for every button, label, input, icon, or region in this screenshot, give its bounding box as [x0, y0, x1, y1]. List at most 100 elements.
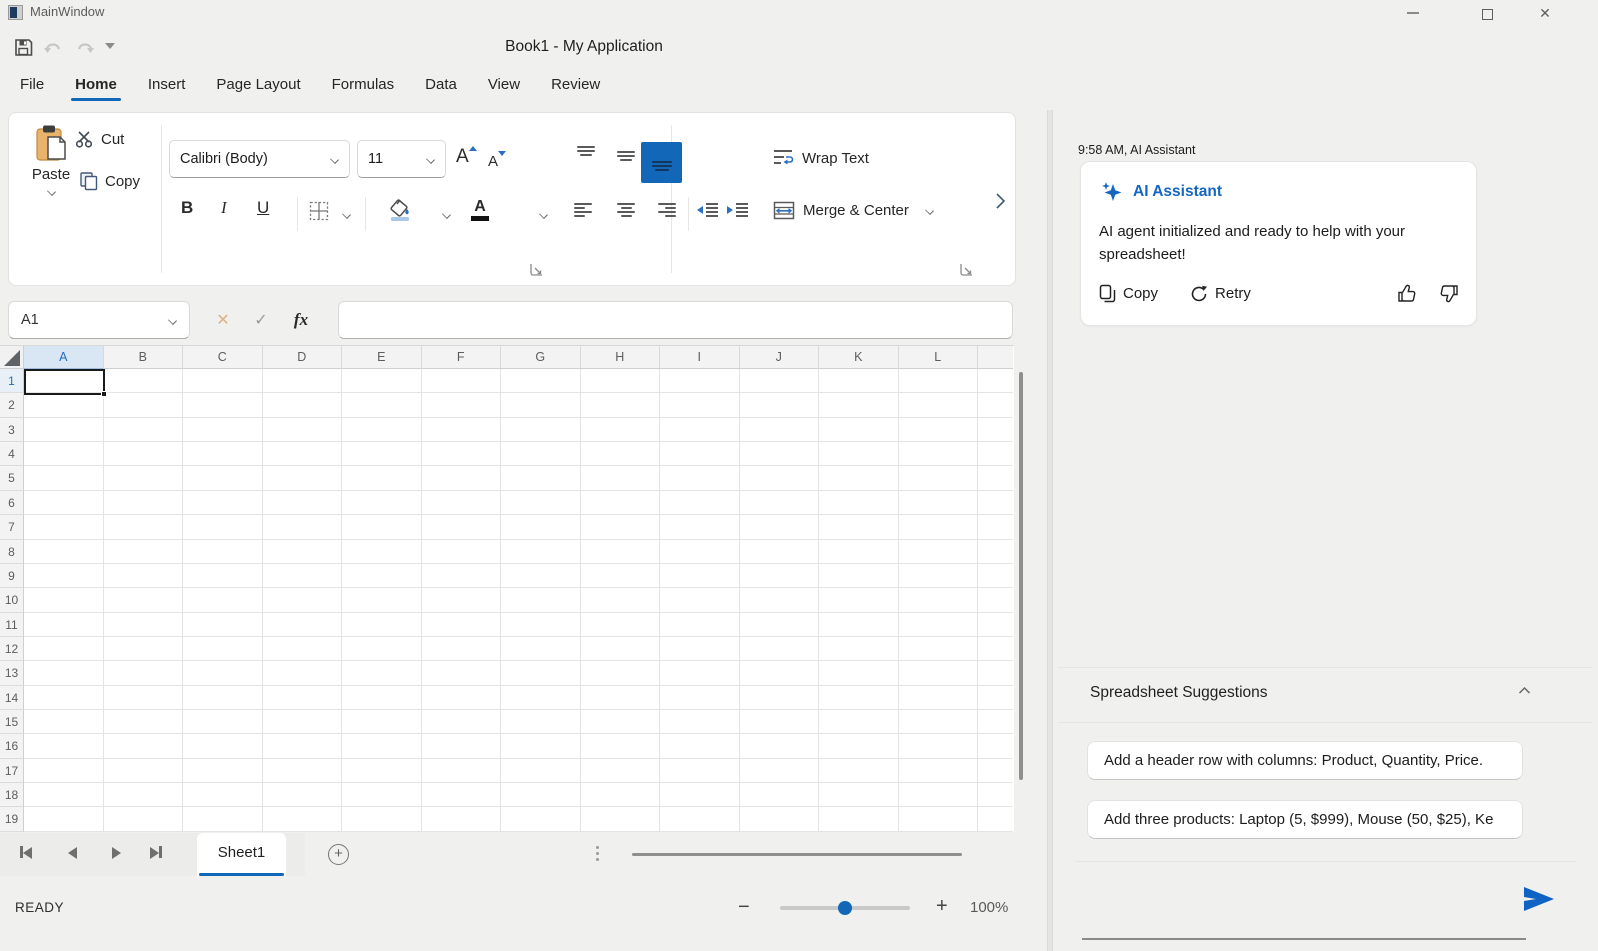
cell[interactable] [24, 759, 104, 783]
borders-button[interactable] [309, 201, 329, 221]
cell[interactable] [978, 661, 1013, 685]
cell[interactable] [899, 588, 979, 612]
column-header-G[interactable]: G [501, 346, 581, 369]
align-top-button[interactable] [574, 145, 598, 165]
cell[interactable] [660, 442, 740, 466]
scrollbar-grip-icon[interactable] [594, 846, 600, 864]
cell[interactable] [660, 491, 740, 515]
cell[interactable] [263, 466, 343, 490]
first-sheet-icon[interactable] [20, 846, 38, 862]
row-header-11[interactable]: 11 [0, 613, 24, 637]
cell[interactable] [740, 686, 820, 710]
cell[interactable] [581, 613, 661, 637]
cell[interactable] [819, 369, 899, 393]
cell[interactable] [819, 783, 899, 807]
suggestion-pill-1[interactable]: Add a header row with columns: Product, … [1087, 741, 1523, 780]
cell[interactable] [104, 613, 184, 637]
cell[interactable] [740, 710, 820, 734]
cell[interactable] [978, 783, 1013, 807]
cell[interactable] [422, 540, 502, 564]
cell[interactable] [819, 759, 899, 783]
cell[interactable] [263, 613, 343, 637]
cell[interactable] [104, 734, 184, 758]
cell[interactable] [740, 588, 820, 612]
cell[interactable] [978, 393, 1013, 417]
cell[interactable] [660, 369, 740, 393]
cell[interactable] [183, 418, 263, 442]
cell[interactable] [24, 491, 104, 515]
cell[interactable] [422, 418, 502, 442]
cell[interactable] [660, 734, 740, 758]
paste-dropdown-icon[interactable] [47, 187, 56, 196]
cell[interactable] [740, 807, 820, 831]
cell[interactable] [24, 734, 104, 758]
cell[interactable] [899, 515, 979, 539]
tab-insert[interactable]: Insert [146, 74, 188, 101]
italic-button[interactable]: I [221, 198, 227, 218]
cell[interactable] [342, 564, 422, 588]
cell[interactable] [660, 466, 740, 490]
row-header-13[interactable]: 13 [0, 661, 24, 685]
cell[interactable] [581, 734, 661, 758]
cell[interactable] [581, 540, 661, 564]
cell[interactable] [342, 491, 422, 515]
row-header-6[interactable]: 6 [0, 491, 24, 515]
cell[interactable] [819, 540, 899, 564]
cell[interactable] [899, 564, 979, 588]
cell[interactable] [581, 807, 661, 831]
cell[interactable] [24, 710, 104, 734]
cell[interactable] [660, 418, 740, 442]
column-header-F[interactable]: F [422, 346, 502, 369]
cell[interactable] [660, 807, 740, 831]
cell[interactable] [581, 588, 661, 612]
cell[interactable] [978, 564, 1013, 588]
column-header-E[interactable]: E [342, 346, 422, 369]
cell[interactable] [819, 613, 899, 637]
insert-function-icon[interactable]: fx [286, 301, 316, 339]
cell[interactable] [899, 491, 979, 515]
row-header-10[interactable]: 10 [0, 588, 24, 612]
cell[interactable] [581, 418, 661, 442]
decrease-indent-button[interactable] [696, 201, 720, 219]
cell[interactable] [581, 564, 661, 588]
thumbs-up-icon[interactable] [1397, 284, 1417, 303]
cell[interactable] [740, 637, 820, 661]
row-header-9[interactable]: 9 [0, 564, 24, 588]
cell[interactable] [501, 491, 581, 515]
cell[interactable] [740, 540, 820, 564]
align-middle-button[interactable] [614, 148, 638, 168]
cell[interactable] [819, 442, 899, 466]
cell[interactable] [581, 369, 661, 393]
cell[interactable] [899, 686, 979, 710]
cell[interactable] [24, 442, 104, 466]
cell[interactable] [978, 588, 1013, 612]
ribbon-overflow-chevron-icon[interactable] [994, 191, 1010, 211]
cell[interactable] [183, 783, 263, 807]
cell[interactable] [740, 734, 820, 758]
cell[interactable] [263, 564, 343, 588]
cell[interactable] [660, 540, 740, 564]
cell[interactable] [183, 466, 263, 490]
cell[interactable] [819, 515, 899, 539]
column-header-D[interactable]: D [263, 346, 343, 369]
cell[interactable] [899, 807, 979, 831]
cell[interactable] [899, 661, 979, 685]
row-header-8[interactable]: 8 [0, 540, 24, 564]
column-header-partial[interactable] [978, 346, 1013, 369]
cell[interactable] [263, 783, 343, 807]
cell[interactable] [24, 637, 104, 661]
cell[interactable] [104, 710, 184, 734]
cell[interactable] [342, 588, 422, 612]
cell[interactable] [740, 393, 820, 417]
cell[interactable] [342, 734, 422, 758]
cell[interactable] [978, 807, 1013, 831]
cell[interactable] [104, 759, 184, 783]
cell[interactable] [501, 466, 581, 490]
cell[interactable] [422, 491, 502, 515]
fill-color-button[interactable] [387, 198, 413, 224]
row-header-1[interactable]: 1 [0, 369, 24, 393]
cell[interactable] [24, 540, 104, 564]
cell[interactable] [24, 783, 104, 807]
tab-view[interactable]: View [486, 74, 522, 101]
cell[interactable] [660, 515, 740, 539]
